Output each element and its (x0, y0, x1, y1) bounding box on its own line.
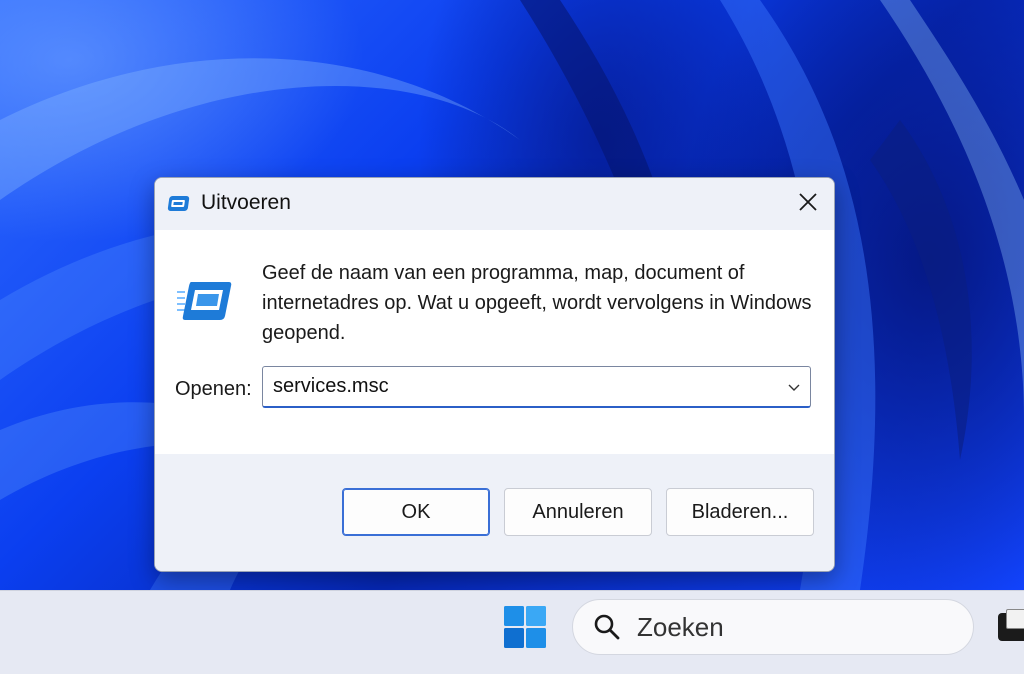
open-input[interactable]: services.msc (273, 375, 389, 398)
start-button[interactable] (500, 604, 550, 654)
search-label: Zoeken (637, 611, 724, 642)
dialog-title: Uitvoeren (201, 191, 291, 214)
chevron-down-icon[interactable] (786, 379, 802, 395)
dialog-footer: OK Annuleren Bladeren... (155, 454, 834, 571)
cancel-button[interactable]: Annuleren (504, 488, 652, 536)
windows-logo-icon (503, 605, 547, 654)
dialog-description: Geef de naam van een programma, map, doc… (262, 262, 812, 344)
run-app-icon (177, 278, 233, 324)
ok-button[interactable]: OK (342, 488, 490, 536)
dialog-titlebar[interactable]: Uitvoeren (155, 178, 834, 230)
run-dialog: Uitvoeren Geef de naam van een programma… (154, 177, 835, 572)
app-window-icon[interactable] (998, 609, 1024, 641)
close-button[interactable] (786, 184, 830, 224)
taskbar: Zoeken (0, 590, 1024, 674)
open-label: Openen: (175, 378, 252, 400)
close-icon (798, 192, 818, 217)
search-icon (593, 613, 621, 641)
run-app-icon (167, 193, 193, 215)
browse-button[interactable]: Bladeren... (666, 488, 814, 536)
taskbar-search[interactable]: Zoeken (572, 599, 974, 655)
open-combobox[interactable]: services.msc (262, 366, 811, 408)
